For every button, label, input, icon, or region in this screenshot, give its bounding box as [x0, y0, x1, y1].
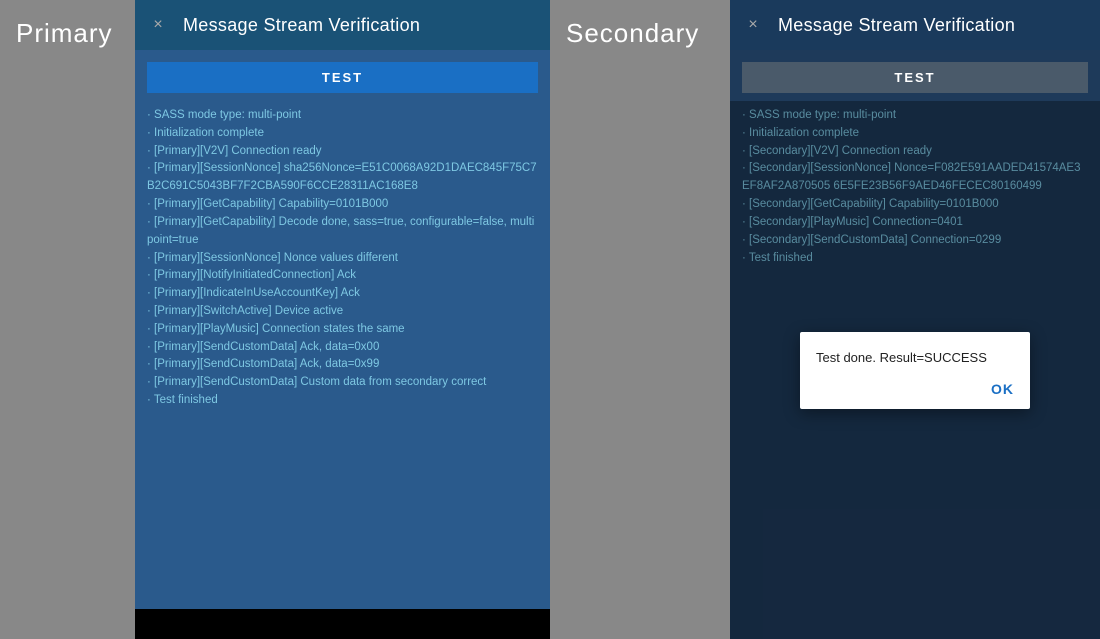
left-background: Primary [0, 0, 135, 639]
left-dialog-container: × Message Stream Verification TEST · SAS… [135, 0, 550, 639]
success-message: Test done. Result=SUCCESS [816, 350, 1014, 365]
left-test-btn-container: TEST [135, 50, 550, 101]
log-line: · Test finished [147, 392, 538, 410]
left-dialog-header: × Message Stream Verification [135, 0, 550, 50]
secondary-title: Secondary [566, 18, 699, 49]
right-panel: Secondary × Message Stream Verification … [550, 0, 1100, 639]
log-line: · [Primary][IndicateInUseAccountKey] Ack [147, 285, 538, 303]
ok-button-container: OK [816, 381, 1014, 397]
log-line: · SASS mode type: multi-point [147, 107, 538, 125]
right-test-button[interactable]: TEST [742, 62, 1088, 93]
success-overlay: Test done. Result=SUCCESS OK [730, 101, 1100, 639]
log-line: · [Primary][SendCustomData] Ack, data=0x… [147, 339, 538, 357]
left-close-button[interactable]: × [147, 14, 169, 36]
left-test-button[interactable]: TEST [147, 62, 538, 93]
left-panel: Primary × Message Stream Verification TE… [0, 0, 550, 639]
log-line: · [Primary][SessionNonce] Nonce values d… [147, 250, 538, 268]
log-line: · Initialization complete [147, 125, 538, 143]
log-line: · [Primary][PlayMusic] Connection states… [147, 321, 538, 339]
log-line: · [Primary][SwitchActive] Device active [147, 303, 538, 321]
left-bottom-bar [135, 609, 550, 639]
ok-button[interactable]: OK [991, 381, 1014, 397]
log-line: · [Primary][GetCapability] Decode done, … [147, 214, 538, 250]
success-dialog: Test done. Result=SUCCESS OK [800, 332, 1030, 409]
right-log-wrapper: · SASS mode type: multi-point· Initializ… [730, 101, 1100, 639]
log-line: · [Primary][SessionNonce] sha256Nonce=E5… [147, 160, 538, 196]
log-line: · [Primary][NotifyInitiatedConnection] A… [147, 267, 538, 285]
right-dialog-container: × Message Stream Verification TEST · SAS… [730, 0, 1100, 639]
log-line: · [Primary][SendCustomData] Ack, data=0x… [147, 356, 538, 374]
right-background: Secondary [550, 0, 730, 639]
right-close-button[interactable]: × [742, 14, 764, 36]
log-line: · [Primary][GetCapability] Capability=01… [147, 196, 538, 214]
log-line: · [Primary][SendCustomData] Custom data … [147, 374, 538, 392]
right-dialog-title: Message Stream Verification [778, 15, 1015, 36]
right-dialog-header: × Message Stream Verification [730, 0, 1100, 50]
primary-title: Primary [16, 18, 113, 49]
left-dialog-title: Message Stream Verification [183, 15, 420, 36]
right-test-btn-container: TEST [730, 50, 1100, 101]
log-line: · [Primary][V2V] Connection ready [147, 143, 538, 161]
left-log-area: · SASS mode type: multi-point· Initializ… [135, 101, 550, 609]
